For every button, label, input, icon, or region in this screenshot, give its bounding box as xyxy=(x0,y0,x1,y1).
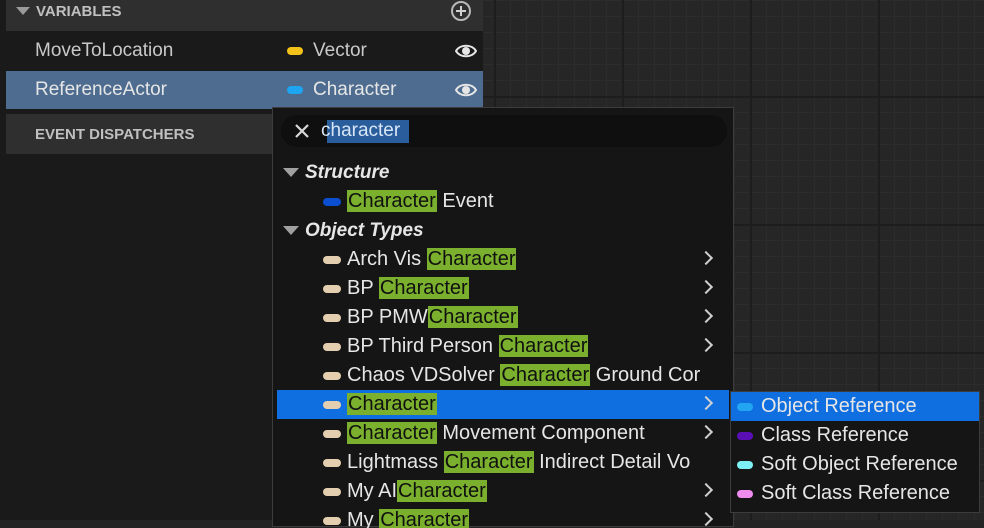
match-highlight: Character xyxy=(498,335,589,357)
type-list-item[interactable]: Chaos VDSolver Character Ground Cor xyxy=(277,361,729,390)
event-dispatchers-header-label: EVENT DISPATCHERS xyxy=(35,125,195,143)
type-pill-icon xyxy=(323,371,341,380)
reference-type-option[interactable]: Soft Object Reference xyxy=(731,450,979,479)
submenu-chevron-icon[interactable] xyxy=(698,390,721,419)
category-label: Object Types xyxy=(305,219,424,241)
visibility-eye-icon[interactable] xyxy=(454,80,478,100)
submenu-chevron-icon[interactable] xyxy=(698,506,721,528)
type-list-item[interactable]: My Character xyxy=(277,506,729,528)
type-pill-icon xyxy=(287,47,303,55)
item-text: Lightmass xyxy=(347,451,444,473)
type-list-item[interactable]: BP PMWCharacter xyxy=(277,303,729,332)
type-list-item[interactable]: Character xyxy=(277,390,729,419)
match-highlight: Character xyxy=(347,190,437,212)
reference-type-submenu: Object Reference Class Reference Soft Obje… xyxy=(730,391,980,513)
submenu-chevron-icon[interactable] xyxy=(698,274,721,303)
submenu-chevron-icon[interactable] xyxy=(698,419,721,448)
plus-icon xyxy=(456,6,466,16)
variable-type-label: Vector xyxy=(313,40,367,61)
item-text: Arch Vis xyxy=(347,248,427,270)
variable-row[interactable]: ReferenceActor Character xyxy=(6,71,483,109)
type-list-item[interactable]: My AICharacter xyxy=(277,477,729,506)
variable-name: MoveToLocation xyxy=(35,40,174,61)
type-pill-icon xyxy=(323,516,341,525)
type-pill-icon xyxy=(323,313,341,322)
reference-type-label: Soft Object Reference xyxy=(761,453,958,475)
type-pill-icon xyxy=(287,86,303,94)
item-text: BP xyxy=(347,277,379,299)
reference-type-label: Object Reference xyxy=(761,395,917,417)
item-text: Movement Component xyxy=(436,422,645,444)
type-pill-icon xyxy=(737,431,753,440)
match-highlight: Character xyxy=(397,480,487,502)
category-header[interactable]: Structure xyxy=(277,158,729,187)
variable-type[interactable]: Character xyxy=(287,79,396,101)
variables-section-header[interactable]: VARIABLES xyxy=(6,0,483,31)
type-pill-icon xyxy=(323,400,341,409)
type-pill-icon xyxy=(323,458,341,467)
expand-arrow-icon xyxy=(283,226,299,235)
submenu-chevron-icon[interactable] xyxy=(698,332,721,361)
reference-type-label: Class Reference xyxy=(761,424,909,446)
type-pill-icon xyxy=(323,284,341,293)
type-list-item[interactable]: Character Event xyxy=(277,187,729,216)
type-pill-icon xyxy=(737,402,753,411)
type-picker-popup: Structure Character Event Object Types Arch… xyxy=(272,107,734,528)
match-highlight: Character xyxy=(379,509,470,528)
item-text: BP PMW xyxy=(347,306,428,328)
type-pill-icon xyxy=(323,197,341,206)
variable-type[interactable]: Vector xyxy=(287,40,367,62)
type-pill-icon xyxy=(737,460,753,469)
match-highlight: Character xyxy=(426,248,517,270)
category-label: Structure xyxy=(305,161,390,183)
type-list-item[interactable]: Lightmass Character Indirect Detail Vo xyxy=(277,448,729,477)
reference-type-label: Soft Class Reference xyxy=(761,482,950,504)
submenu-chevron-icon[interactable] xyxy=(698,245,721,274)
item-text: Ground Cor xyxy=(590,364,701,386)
type-pill-icon xyxy=(323,342,341,351)
type-search-box[interactable] xyxy=(281,115,727,147)
submenu-chevron-icon[interactable] xyxy=(698,477,721,506)
reference-type-option[interactable]: Object Reference xyxy=(731,392,979,421)
type-list[interactable]: Structure Character Event Object Types Arch… xyxy=(277,158,729,528)
match-highlight: Character xyxy=(378,277,469,299)
item-text: Event xyxy=(436,190,494,212)
submenu-chevron-icon[interactable] xyxy=(698,303,721,332)
reference-type-option[interactable]: Soft Class Reference xyxy=(731,479,979,508)
collapse-arrow-icon[interactable] xyxy=(16,7,30,15)
item-text: My AI xyxy=(347,480,398,502)
visibility-eye-icon[interactable] xyxy=(454,41,478,61)
category-header[interactable]: Object Types xyxy=(277,216,729,245)
type-pill-icon xyxy=(737,489,753,498)
type-list-item[interactable]: Character Movement Component xyxy=(277,419,729,448)
type-pill-icon xyxy=(323,255,341,264)
type-search-input[interactable] xyxy=(321,120,701,142)
match-highlight: Character xyxy=(500,364,591,386)
add-variable-button[interactable] xyxy=(451,1,471,21)
type-pill-icon xyxy=(323,487,341,496)
type-list-item[interactable]: BP Character xyxy=(277,274,729,303)
type-list-item[interactable]: BP Third Person Character xyxy=(277,332,729,361)
variable-name: ReferenceActor xyxy=(35,79,168,100)
item-text: BP Third Person xyxy=(347,335,499,357)
item-text: My xyxy=(347,509,380,528)
match-highlight: Character xyxy=(427,306,518,328)
expand-arrow-icon xyxy=(283,168,299,177)
variable-row[interactable]: MoveToLocation Vector xyxy=(6,32,483,70)
reference-type-option[interactable]: Class Reference xyxy=(731,421,979,450)
match-highlight: Character xyxy=(443,451,534,473)
item-text: Chaos VDSolver xyxy=(347,364,501,386)
match-highlight: Character xyxy=(347,422,437,444)
type-pill-icon xyxy=(323,429,341,438)
variable-type-label: Character xyxy=(313,79,397,100)
item-text: Indirect Detail Vo xyxy=(533,451,691,473)
clear-search-icon[interactable] xyxy=(293,122,311,140)
match-highlight: Character xyxy=(347,393,437,415)
variables-header-label: VARIABLES xyxy=(36,2,122,20)
type-list-item[interactable]: Arch Vis Character xyxy=(277,245,729,274)
